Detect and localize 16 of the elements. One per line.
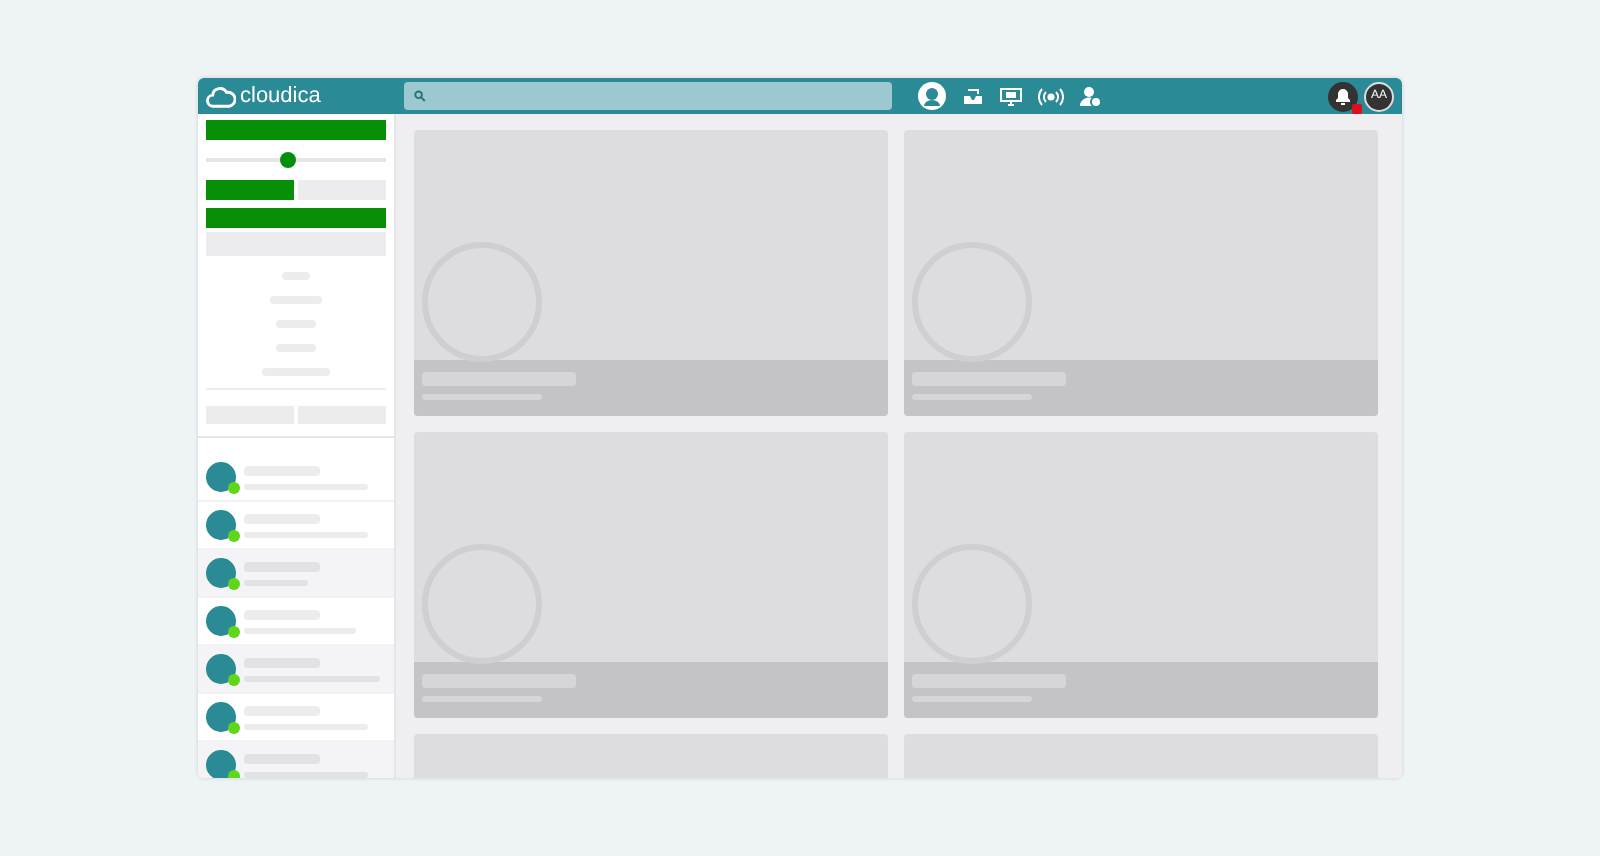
contact-row[interactable]: [198, 550, 394, 598]
user-clock-icon[interactable]: [1080, 85, 1102, 107]
inbox-icon[interactable]: [962, 87, 984, 105]
bell-icon: [1334, 86, 1352, 106]
contact-row[interactable]: [198, 646, 394, 694]
cloud-icon: [206, 83, 236, 109]
toggle-option[interactable]: [206, 180, 294, 200]
search-icon: [414, 90, 426, 102]
broadcast-icon[interactable]: [1038, 87, 1064, 105]
monitor-icon[interactable]: [1000, 87, 1022, 105]
search-field[interactable]: [404, 82, 892, 110]
logo-text: cloudica: [240, 85, 321, 107]
notifications-button[interactable]: [1328, 81, 1358, 111]
user-circle-icon[interactable]: [918, 82, 946, 110]
slider-thumb[interactable]: [280, 152, 297, 168]
contact-row[interactable]: [198, 742, 394, 778]
